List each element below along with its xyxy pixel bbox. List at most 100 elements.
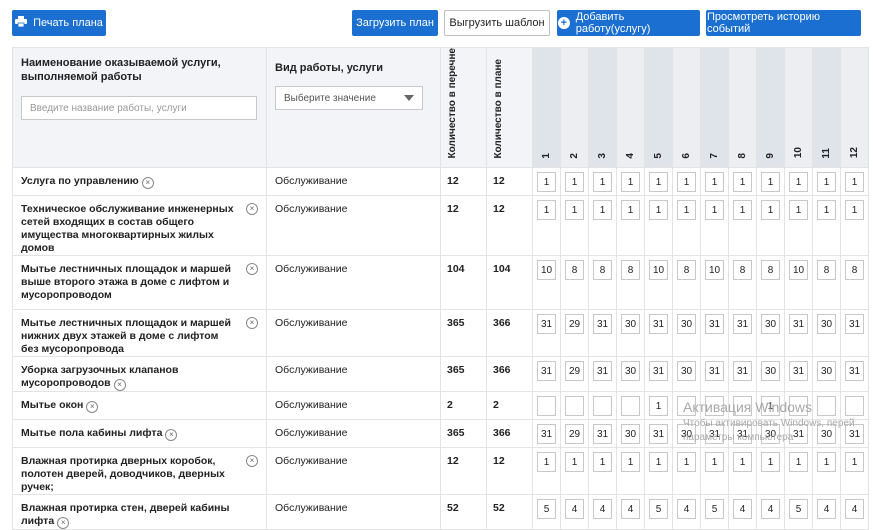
- month-input-4[interactable]: 30: [621, 424, 640, 445]
- remove-circle-icon[interactable]: ×: [246, 203, 258, 216]
- month-input-6[interactable]: 1: [677, 172, 696, 193]
- month-input-6[interactable]: 8: [677, 260, 696, 281]
- month-input-3[interactable]: 1: [593, 200, 612, 221]
- month-input-11[interactable]: 1: [817, 452, 836, 473]
- month-input-1[interactable]: 5: [537, 499, 556, 520]
- month-input-2[interactable]: 29: [565, 314, 584, 335]
- month-input-4[interactable]: 30: [621, 314, 640, 335]
- download-template-button[interactable]: Выгрузить шаблон: [444, 10, 550, 36]
- month-input-2[interactable]: [565, 396, 584, 417]
- month-input-11[interactable]: 4: [817, 499, 836, 520]
- month-input-12[interactable]: 1: [845, 452, 864, 473]
- month-input-8[interactable]: 31: [733, 314, 752, 335]
- month-input-3[interactable]: 31: [593, 361, 612, 382]
- month-input-7[interactable]: 31: [705, 424, 724, 445]
- month-input-1[interactable]: 31: [537, 361, 556, 382]
- month-input-3[interactable]: 31: [593, 424, 612, 445]
- month-input-8[interactable]: [733, 396, 752, 417]
- month-input-10[interactable]: 5: [789, 499, 808, 520]
- remove-circle-icon[interactable]: ×: [141, 177, 154, 190]
- upload-plan-button[interactable]: Загрузить план: [352, 10, 438, 36]
- month-input-7[interactable]: 1: [705, 172, 724, 193]
- month-input-5[interactable]: 31: [649, 361, 668, 382]
- month-input-1[interactable]: 1: [537, 452, 556, 473]
- month-input-3[interactable]: 1: [593, 452, 612, 473]
- remove-circle-icon[interactable]: ×: [246, 455, 258, 468]
- add-work-button[interactable]: + Добавить работу(услугу): [557, 10, 700, 36]
- month-input-8[interactable]: 31: [733, 424, 752, 445]
- month-input-10[interactable]: 31: [789, 424, 808, 445]
- month-input-11[interactable]: 30: [817, 424, 836, 445]
- name-filter-input[interactable]: Введите название работы, услуги: [21, 96, 257, 120]
- month-input-11[interactable]: 1: [817, 200, 836, 221]
- month-input-9[interactable]: 1: [761, 396, 780, 417]
- month-input-12[interactable]: 31: [845, 424, 864, 445]
- month-input-4[interactable]: 4: [621, 499, 640, 520]
- month-input-5[interactable]: 31: [649, 424, 668, 445]
- month-input-1[interactable]: 1: [537, 200, 556, 221]
- month-input-8[interactable]: 1: [733, 200, 752, 221]
- month-input-3[interactable]: 4: [593, 499, 612, 520]
- month-input-7[interactable]: 1: [705, 200, 724, 221]
- month-input-8[interactable]: 1: [733, 172, 752, 193]
- month-input-3[interactable]: 8: [593, 260, 612, 281]
- month-input-4[interactable]: [621, 396, 640, 417]
- month-input-1[interactable]: [537, 396, 556, 417]
- remove-circle-icon[interactable]: ×: [113, 379, 126, 392]
- month-input-3[interactable]: [593, 396, 612, 417]
- month-input-8[interactable]: 8: [733, 260, 752, 281]
- month-input-7[interactable]: 31: [705, 361, 724, 382]
- month-input-7[interactable]: 1: [705, 452, 724, 473]
- month-input-9[interactable]: 4: [761, 499, 780, 520]
- kind-filter-select[interactable]: Выберите значение: [275, 86, 423, 110]
- month-input-5[interactable]: 1: [649, 172, 668, 193]
- month-input-9[interactable]: 30: [761, 424, 780, 445]
- month-input-12[interactable]: 8: [845, 260, 864, 281]
- month-input-5[interactable]: 31: [649, 314, 668, 335]
- month-input-3[interactable]: 31: [593, 314, 612, 335]
- month-input-6[interactable]: 30: [677, 424, 696, 445]
- month-input-9[interactable]: 1: [761, 200, 780, 221]
- month-input-1[interactable]: 31: [537, 424, 556, 445]
- month-input-12[interactable]: 4: [845, 499, 864, 520]
- month-input-5[interactable]: 10: [649, 260, 668, 281]
- month-input-10[interactable]: 1: [789, 200, 808, 221]
- month-input-1[interactable]: 31: [537, 314, 556, 335]
- remove-circle-icon[interactable]: ×: [57, 517, 70, 530]
- month-input-6[interactable]: [677, 396, 696, 417]
- month-input-7[interactable]: 31: [705, 314, 724, 335]
- month-input-2[interactable]: 1: [565, 172, 584, 193]
- month-input-9[interactable]: 1: [761, 172, 780, 193]
- month-input-6[interactable]: 4: [677, 499, 696, 520]
- month-input-12[interactable]: 31: [845, 314, 864, 335]
- month-input-6[interactable]: 1: [677, 200, 696, 221]
- month-input-4[interactable]: 30: [621, 361, 640, 382]
- month-input-4[interactable]: 1: [621, 200, 640, 221]
- month-input-7[interactable]: [705, 396, 724, 417]
- month-input-5[interactable]: 1: [649, 452, 668, 473]
- month-input-2[interactable]: 29: [565, 361, 584, 382]
- month-input-9[interactable]: 8: [761, 260, 780, 281]
- month-input-2[interactable]: 29: [565, 424, 584, 445]
- month-input-3[interactable]: 1: [593, 172, 612, 193]
- month-input-9[interactable]: 1: [761, 452, 780, 473]
- month-input-10[interactable]: 10: [789, 260, 808, 281]
- month-input-1[interactable]: 1: [537, 172, 556, 193]
- month-input-4[interactable]: 8: [621, 260, 640, 281]
- month-input-7[interactable]: 10: [705, 260, 724, 281]
- month-input-12[interactable]: 31: [845, 361, 864, 382]
- month-input-7[interactable]: 5: [705, 499, 724, 520]
- month-input-9[interactable]: 30: [761, 314, 780, 335]
- month-input-4[interactable]: 1: [621, 452, 640, 473]
- month-input-10[interactable]: 1: [789, 452, 808, 473]
- month-input-12[interactable]: 1: [845, 172, 864, 193]
- remove-circle-icon[interactable]: ×: [86, 401, 99, 414]
- month-input-10[interactable]: 31: [789, 314, 808, 335]
- month-input-5[interactable]: 5: [649, 499, 668, 520]
- history-button[interactable]: Просмотреть историю событий: [706, 10, 861, 36]
- month-input-12[interactable]: [845, 396, 864, 417]
- month-input-5[interactable]: 1: [649, 396, 668, 417]
- month-input-6[interactable]: 30: [677, 314, 696, 335]
- month-input-11[interactable]: 8: [817, 260, 836, 281]
- month-input-11[interactable]: [817, 396, 836, 417]
